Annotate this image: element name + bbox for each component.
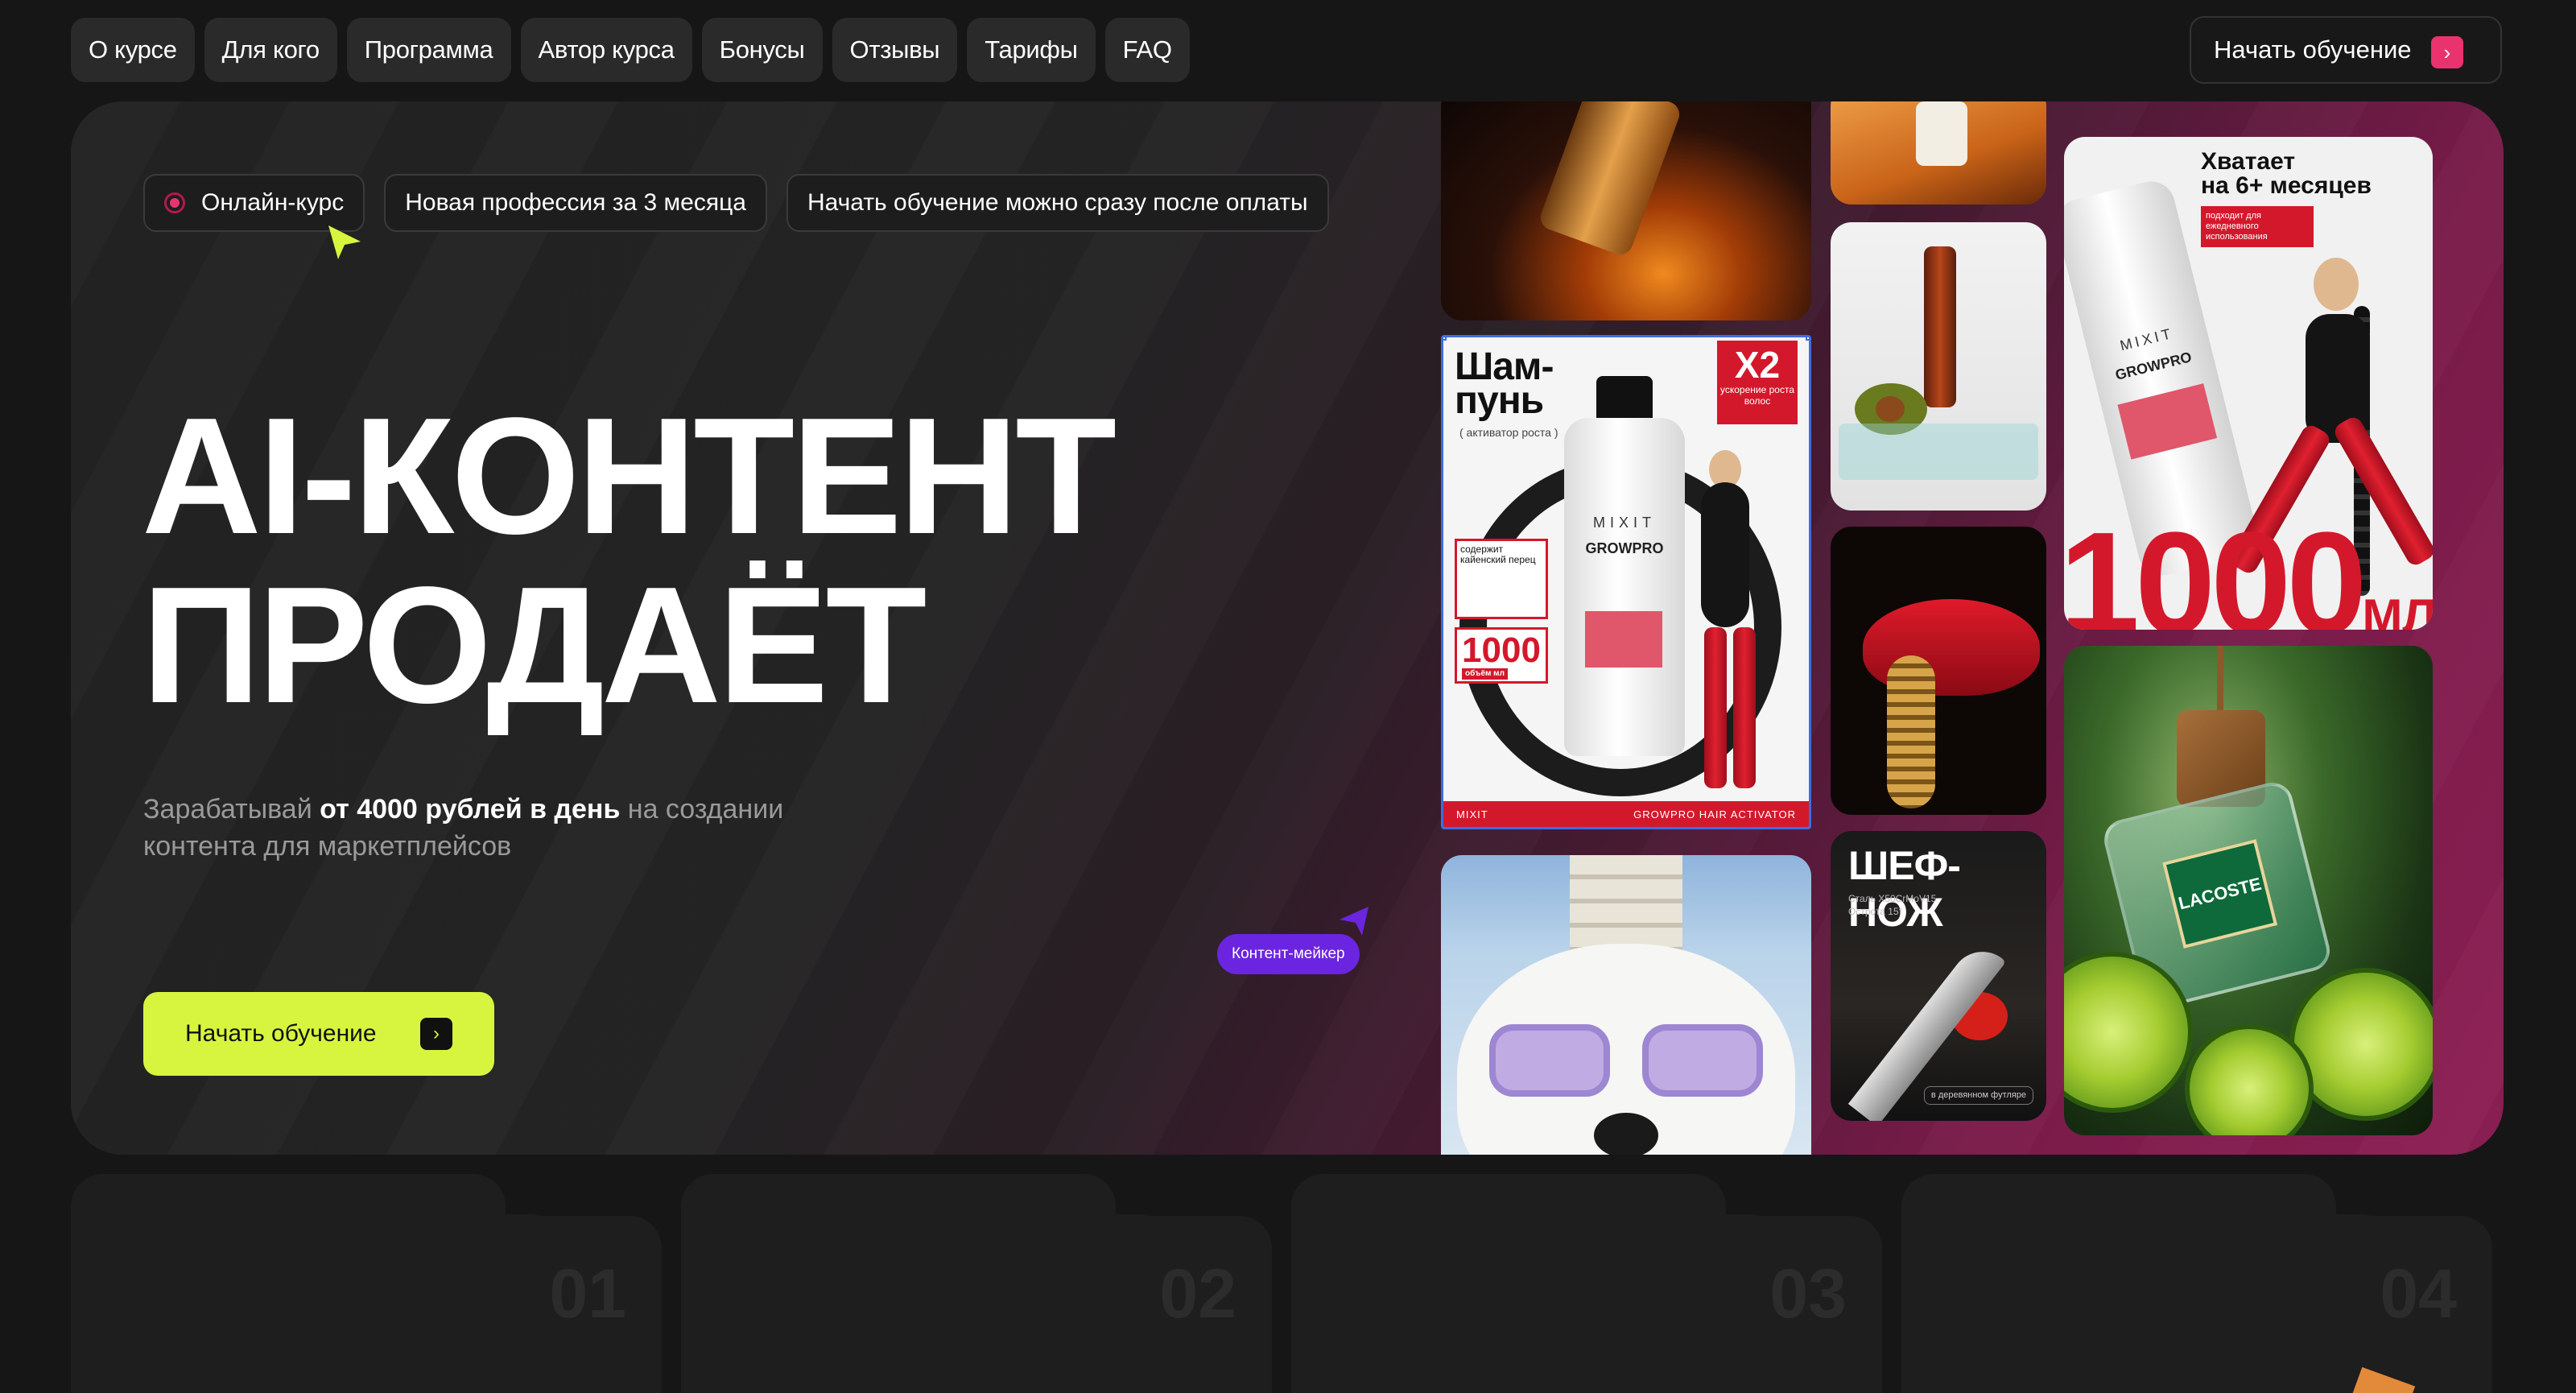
tag-start-after-payment: Начать обучение можно сразу после оплаты xyxy=(786,174,1329,232)
poster-volume: 1000МЛ xyxy=(2064,511,2433,630)
gallery-dog-glasses xyxy=(1441,855,1811,1155)
tag-label: Начать обучение можно сразу после оплаты xyxy=(807,189,1308,216)
gallery-chef-knife: ШЕФ-НОЖ Сталь X50CrMoV15 Острота 15° в д… xyxy=(1831,831,2046,1121)
content-maker-badge: Контент-мейкер xyxy=(1217,934,1360,974)
bottle-cap xyxy=(1596,376,1653,424)
nav-start-button[interactable]: Начать обучение › xyxy=(2190,16,2502,84)
shampoo-activator: ( активатор роста ) xyxy=(1459,426,1558,439)
spray-bottle xyxy=(1924,246,1956,407)
nav-item-reviews[interactable]: Отзывы xyxy=(832,18,958,82)
poster-volume-unit: МЛ xyxy=(2362,589,2433,630)
subtitle-highlight: от 4000 рублей в день xyxy=(320,794,621,825)
nav-item-about[interactable]: О курсе xyxy=(71,18,195,82)
knife-spec: Сталь X50CrMoV15 Острота 15° xyxy=(1848,893,1937,917)
nav-item-audience[interactable]: Для кого xyxy=(204,18,337,82)
pepper-callout: содержит кайенский перец xyxy=(1455,539,1548,619)
poster-volume-number: 1000 xyxy=(2064,502,2367,630)
hero-subtitle: Зарабатывай от 4000 рублей в день на соз… xyxy=(143,791,836,865)
perfume-bottle xyxy=(1537,101,1683,258)
dog-nose xyxy=(1594,1113,1658,1155)
glasses-lens xyxy=(1642,1024,1763,1097)
pepper-text: содержит кайенский перец xyxy=(1460,544,1536,565)
nav-start-label: Начать обучение xyxy=(2214,35,2412,64)
poster-tag: подходит для ежедневного использования xyxy=(2201,206,2314,247)
model-boot xyxy=(1733,627,1756,788)
brand-name: MIXIT xyxy=(1593,515,1656,531)
tag-label: Онлайн-курс xyxy=(201,189,345,216)
model-boot xyxy=(1704,627,1727,788)
tag-new-profession: Новая профессия за 3 месяца xyxy=(384,174,767,232)
hero-title-line1: AI-КОНТЕНТ xyxy=(142,383,1117,568)
gallery-orange-jar xyxy=(1831,101,2046,205)
x2-sub: ускорение роста волос xyxy=(1720,384,1794,407)
hero-start-button[interactable]: Начать обучение › xyxy=(143,992,494,1076)
glasses-lens xyxy=(1489,1024,1610,1097)
subtitle-pre: Зарабатывай xyxy=(143,794,320,825)
hero-section: Онлайн-курс Новая профессия за 3 месяца … xyxy=(71,101,2504,1155)
jar xyxy=(1916,101,1967,166)
hero-title: AI-КОНТЕНТ ПРОДАЁТ xyxy=(142,391,1117,730)
cursor-arrow-icon xyxy=(328,225,361,259)
footer-right: GROWPRO HAIR ACTIVATOR xyxy=(1633,808,1796,821)
gallery-car-perfume-lime: LACOSTE xyxy=(2064,646,2433,1135)
volume-number: 1000 xyxy=(1462,630,1541,670)
section-card-2: 02 xyxy=(681,1174,1272,1393)
section-number: 03 xyxy=(1769,1255,1847,1333)
top-nav: О курсе Для кого Программа Автор курса Б… xyxy=(71,18,1190,82)
gallery-perfume-fire xyxy=(1441,101,1811,320)
nav-item-pricing[interactable]: Тарифы xyxy=(967,18,1096,82)
poster-headline: Хватает на 6+ месяцев xyxy=(2201,148,2372,199)
shampoo-word: Шам- пунь xyxy=(1455,345,1554,422)
section-card-1: 01 xyxy=(71,1174,662,1393)
hero-tags: Онлайн-курс Новая профессия за 3 месяца … xyxy=(143,174,1329,232)
shampoo-footer: MIXIT GROWPRO HAIR ACTIVATOR xyxy=(1443,801,1809,827)
glass-shelf xyxy=(1839,424,2038,480)
chevron-right-icon: › xyxy=(2431,36,2463,68)
section-card-4: 04 xyxy=(1901,1174,2492,1393)
nav-item-author[interactable]: Автор курса xyxy=(520,18,692,82)
hero-start-label: Начать обучение xyxy=(185,1020,377,1047)
gallery-oil-avocado xyxy=(1831,222,2046,510)
gallery-lips-chain xyxy=(1831,527,2046,815)
section-number: 04 xyxy=(2380,1255,2457,1333)
section-number: 02 xyxy=(1159,1255,1236,1333)
nav-item-bonuses[interactable]: Бонусы xyxy=(701,18,823,82)
string xyxy=(2217,646,2223,710)
hero-title-line2: ПРОДАЁТ xyxy=(142,552,927,738)
resize-handle[interactable] xyxy=(1806,337,1809,341)
model-dress xyxy=(1701,482,1749,627)
shampoo-bottle xyxy=(1564,418,1685,756)
section-card-3: 03 xyxy=(1291,1174,1882,1393)
nav-item-faq[interactable]: FAQ xyxy=(1104,18,1190,82)
perfume-label: LACOSTE xyxy=(2162,839,2278,949)
record-dot-icon xyxy=(164,192,185,213)
gallery-shampoo-selected[interactable]: Шам- пунь ( активатор роста ) X2 ускорен… xyxy=(1441,335,1811,829)
volume-callout: 1000 объём мл xyxy=(1455,627,1548,684)
gold-chain xyxy=(1887,655,1935,808)
x2-badge: X2 ускорение роста волос xyxy=(1717,341,1798,424)
cursor-arrow-icon xyxy=(1340,907,1368,936)
knife-title: ШЕФ-НОЖ xyxy=(1848,843,1961,935)
section-number: 01 xyxy=(549,1255,626,1333)
x2-text: X2 xyxy=(1734,344,1781,386)
bottle-label xyxy=(2117,383,2218,460)
volume-unit: объём мл xyxy=(1462,668,1508,680)
model-figure xyxy=(1685,450,1773,788)
gallery-shampoo-poster: MIXIT GROWPRO Хватает на 6+ месяцев подх… xyxy=(2064,137,2433,630)
knife-case-note: в деревянном футляре xyxy=(1923,1086,2033,1105)
tag-label: Новая профессия за 3 месяца xyxy=(405,189,746,216)
product-name: GROWPRO xyxy=(1585,540,1664,556)
footer-left: MIXIT xyxy=(1456,808,1488,821)
bottle-label xyxy=(1585,611,1662,668)
chevron-right-icon: › xyxy=(420,1018,452,1050)
resize-handle[interactable] xyxy=(1443,337,1447,341)
nav-item-program[interactable]: Программа xyxy=(346,18,511,82)
model-head xyxy=(2314,258,2359,311)
